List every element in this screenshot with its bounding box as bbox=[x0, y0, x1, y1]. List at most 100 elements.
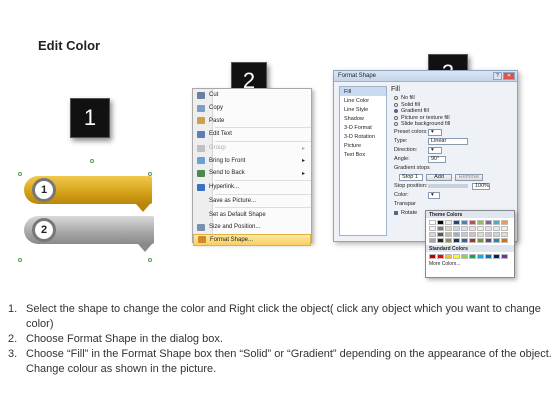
color-swatch[interactable] bbox=[501, 220, 508, 225]
category-fill[interactable]: Fill bbox=[340, 87, 386, 96]
stop-dropdown[interactable]: Stop 1 bbox=[399, 173, 423, 181]
more-colors-link[interactable]: More Colors... bbox=[426, 261, 514, 267]
menu-item-save-as-picture[interactable]: Save as Picture... bbox=[193, 195, 311, 208]
rotation-handle[interactable] bbox=[90, 159, 94, 163]
color-swatch[interactable] bbox=[429, 238, 436, 243]
direction-label: Direction: bbox=[394, 147, 418, 153]
category-3d-rotation[interactable]: 3-D Rotation bbox=[340, 132, 386, 141]
color-swatch[interactable] bbox=[477, 226, 484, 231]
color-swatch[interactable] bbox=[501, 232, 508, 237]
stop-position-slider[interactable] bbox=[428, 184, 468, 188]
menu-item-edit-text[interactable]: Edit Text bbox=[193, 128, 311, 141]
color-swatch[interactable] bbox=[429, 226, 436, 231]
color-swatch[interactable] bbox=[437, 220, 444, 225]
remove-stop-button[interactable]: Remove bbox=[455, 173, 483, 181]
color-swatch[interactable] bbox=[461, 238, 468, 243]
color-swatch[interactable] bbox=[501, 238, 508, 243]
color-swatch[interactable] bbox=[493, 220, 500, 225]
preset-colors-dropdown[interactable]: ▾ bbox=[428, 128, 442, 136]
color-swatch[interactable] bbox=[437, 238, 444, 243]
edit-text-icon bbox=[197, 130, 205, 138]
color-swatch[interactable] bbox=[469, 226, 476, 231]
category-picture[interactable]: Picture bbox=[340, 141, 386, 150]
color-swatch[interactable] bbox=[469, 232, 476, 237]
instruction-list: 1. Select the shape to change the color a… bbox=[8, 302, 553, 377]
menu-item-hyperlink[interactable]: Hyperlink... bbox=[193, 181, 311, 194]
menu-item-cut[interactable]: Cut bbox=[193, 89, 311, 102]
color-swatch[interactable] bbox=[445, 220, 452, 225]
shape-number-badge: 2 bbox=[32, 218, 56, 242]
angle-input[interactable]: 90° bbox=[428, 155, 446, 163]
slide-title: Edit Color bbox=[38, 38, 101, 53]
color-swatch[interactable] bbox=[429, 220, 436, 225]
selection-handle[interactable] bbox=[18, 258, 22, 262]
color-swatch[interactable] bbox=[445, 238, 452, 243]
gold-callout-shape[interactable]: 1 bbox=[24, 176, 152, 212]
color-swatch[interactable] bbox=[453, 226, 460, 231]
color-swatch[interactable] bbox=[469, 238, 476, 243]
color-swatch[interactable] bbox=[485, 238, 492, 243]
category-line-color[interactable]: Line Color bbox=[340, 96, 386, 105]
color-swatch[interactable] bbox=[501, 254, 508, 259]
color-swatch[interactable] bbox=[493, 226, 500, 231]
direction-dropdown[interactable]: ▾ bbox=[428, 146, 442, 154]
color-swatch[interactable] bbox=[461, 232, 468, 237]
stop-position-input[interactable]: 100% bbox=[472, 182, 490, 190]
color-swatch[interactable] bbox=[461, 254, 468, 259]
color-swatch[interactable] bbox=[437, 226, 444, 231]
color-swatch[interactable] bbox=[477, 238, 484, 243]
add-stop-button[interactable]: Add bbox=[426, 173, 452, 181]
menu-item-bring-to-front[interactable]: Bring to Front ▸ bbox=[193, 154, 311, 167]
color-picker-button[interactable]: ▾ bbox=[428, 191, 440, 199]
step-1-label: 1 bbox=[83, 105, 97, 130]
color-swatch[interactable] bbox=[453, 238, 460, 243]
chevron-right-icon: ▸ bbox=[301, 158, 305, 165]
color-swatch[interactable] bbox=[453, 254, 460, 259]
color-swatch[interactable] bbox=[493, 232, 500, 237]
close-icon[interactable]: ✕ bbox=[503, 72, 515, 80]
selection-handle[interactable] bbox=[18, 172, 22, 176]
menu-item-paste[interactable]: Paste bbox=[193, 114, 311, 127]
category-shadow[interactable]: Shadow bbox=[340, 114, 386, 123]
menu-item-set-default-shape[interactable]: Set as Default Shape bbox=[193, 208, 311, 221]
type-dropdown[interactable]: Linear bbox=[428, 137, 468, 145]
color-swatch[interactable] bbox=[453, 220, 460, 225]
color-swatch[interactable] bbox=[501, 226, 508, 231]
color-swatch[interactable] bbox=[461, 220, 468, 225]
category-3d-format[interactable]: 3-D Format bbox=[340, 123, 386, 132]
color-swatch[interactable] bbox=[485, 220, 492, 225]
menu-item-group: Group ▸ bbox=[193, 142, 311, 155]
color-swatch[interactable] bbox=[477, 220, 484, 225]
color-swatch[interactable] bbox=[453, 232, 460, 237]
color-swatch[interactable] bbox=[461, 226, 468, 231]
color-swatch[interactable] bbox=[445, 254, 452, 259]
shape-group[interactable]: 1 2 bbox=[18, 159, 168, 265]
menu-item-size-and-position[interactable]: Size and Position... bbox=[193, 221, 311, 234]
color-swatch[interactable] bbox=[477, 232, 484, 237]
color-swatch[interactable] bbox=[493, 254, 500, 259]
gray-callout-shape[interactable]: 2 bbox=[24, 216, 154, 252]
menu-item-send-to-back[interactable]: Send to Back ▸ bbox=[193, 167, 311, 180]
instruction-item: 1. Select the shape to change the color a… bbox=[8, 303, 541, 330]
color-swatch[interactable] bbox=[485, 254, 492, 259]
color-swatch[interactable] bbox=[477, 254, 484, 259]
selection-handle[interactable] bbox=[148, 258, 152, 262]
color-swatch[interactable] bbox=[469, 220, 476, 225]
color-swatch[interactable] bbox=[445, 226, 452, 231]
color-swatch[interactable] bbox=[429, 254, 436, 259]
color-swatch[interactable] bbox=[429, 232, 436, 237]
color-swatch[interactable] bbox=[437, 254, 444, 259]
rotate-checkbox[interactable] bbox=[394, 211, 398, 215]
help-icon[interactable]: ? bbox=[493, 72, 502, 80]
color-swatch[interactable] bbox=[493, 238, 500, 243]
color-swatch[interactable] bbox=[437, 232, 444, 237]
category-line-style[interactable]: Line Style bbox=[340, 105, 386, 114]
color-swatch[interactable] bbox=[485, 226, 492, 231]
color-swatch[interactable] bbox=[485, 232, 492, 237]
menu-item-format-shape[interactable]: Format Shape... bbox=[193, 233, 311, 247]
color-swatch[interactable] bbox=[469, 254, 476, 259]
menu-item-copy[interactable]: Copy bbox=[193, 102, 311, 115]
shape-number-badge: 1 bbox=[32, 178, 56, 202]
category-text-box[interactable]: Text Box bbox=[340, 150, 386, 159]
color-swatch[interactable] bbox=[445, 232, 452, 237]
